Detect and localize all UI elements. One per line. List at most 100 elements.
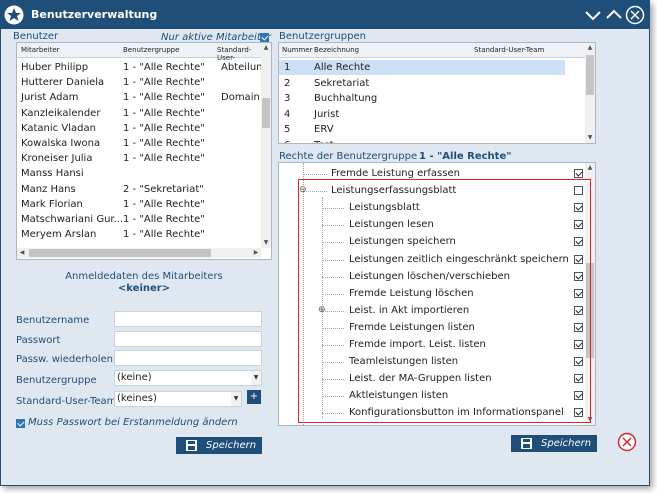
- col-mitarbeiter[interactable]: Mitarbeiter: [21, 46, 60, 54]
- cell-bezeichnung: Test: [314, 138, 334, 144]
- table-row[interactable]: 3 Buchhaltung: [279, 91, 565, 106]
- tree-line: [303, 174, 327, 175]
- cell-mitarbeiter: Manss Hansi: [21, 168, 84, 180]
- benutzerverwaltung-window: Benutzerverwaltung Benutzer Nur aktive M…: [0, 0, 650, 486]
- close-window-icon[interactable]: [625, 5, 645, 25]
- passwort-label: Passwort: [16, 335, 61, 346]
- window-title: Benutzerverwaltung: [31, 8, 158, 21]
- table-row[interactable]: Meryem Arslan 1 - "Alle Rechte": [17, 227, 261, 242]
- table-row[interactable]: Kroneiser Julia 1 - "Alle Rechte": [17, 151, 261, 166]
- benutzergruppe-label: Benutzergruppe: [16, 375, 97, 386]
- scroll-right-icon[interactable]: ▶: [251, 248, 261, 258]
- cell-mitarbeiter: Matschwariani Gur...: [21, 214, 124, 225]
- standard-team-select[interactable]: (keines) ▼: [114, 391, 242, 407]
- benutzer-vscroll[interactable]: ▲ ▼: [261, 43, 271, 248]
- passwort-input[interactable]: [114, 331, 262, 347]
- cancel-circle-icon[interactable]: [617, 432, 637, 452]
- standard-team-label: Standard-User-Team: [16, 396, 117, 407]
- cell-nummer: 1: [284, 62, 291, 73]
- scroll-thumb[interactable]: [262, 98, 270, 128]
- cell-mitarbeiter: Meryem Arslan: [21, 229, 97, 241]
- active-filter-checkbox[interactable]: [260, 33, 269, 42]
- benutzergruppe-select[interactable]: (keine) ▼: [114, 370, 262, 386]
- table-row[interactable]: Huber Philipp 1 - "Alle Rechte" Abteilung: [17, 60, 269, 75]
- benutzer-hscroll[interactable]: ◀ ▶: [17, 248, 261, 258]
- table-row[interactable]: Manss Hansi: [17, 166, 261, 181]
- anmeldedaten-subtitle: <keiner>: [117, 283, 171, 294]
- chevron-down-icon[interactable]: ▼: [231, 392, 241, 406]
- cell-nummer: 5: [284, 124, 291, 135]
- table-row[interactable]: Katanic Vladan 1 - "Alle Rechte": [17, 121, 261, 136]
- cell-benutzergruppe: 1 - "Alle Rechte": [123, 198, 205, 210]
- star-icon: [4, 5, 24, 25]
- table-row[interactable]: 1 Alle Rechte: [279, 60, 565, 75]
- cell-benutzergruppe: 1 - "Alle Rechte": [123, 229, 205, 241]
- col-bezeichnung[interactable]: Bezeichnung: [314, 46, 359, 54]
- cell-mitarbeiter: Manz Hans: [21, 183, 76, 195]
- save-user-label: Speichern: [206, 440, 257, 451]
- passwort-wiederholen-label: Passw. wiederholen: [16, 354, 114, 365]
- benutzer-table-header: Mitarbeiter Benutzergruppe Standard-User…: [17, 43, 261, 62]
- cell-benutzergruppe: 1 - "Alle Rechte": [123, 153, 205, 165]
- benutzergruppen-table-header: Nummer Bezeichnung Standard-User-Team: [279, 43, 585, 58]
- cell-mitarbeiter: Hutterer Daniela: [21, 77, 105, 89]
- scroll-down-icon[interactable]: ▼: [261, 238, 271, 248]
- scroll-down-icon[interactable]: ▼: [585, 133, 595, 143]
- table-row[interactable]: Matschwariani Gur... 1 - "Alle Rechte": [17, 212, 261, 227]
- cell-benutzergruppe: 1 - "Alle Rechte": [123, 62, 205, 73]
- col-standard-team[interactable]: Standard-User-Team: [474, 46, 544, 54]
- cell-mitarbeiter: Jurist Adam: [21, 92, 79, 104]
- scroll-up-icon[interactable]: ▲: [585, 43, 595, 53]
- cell-mitarbeiter: Huber Philipp: [21, 62, 89, 73]
- table-row[interactable]: Mark Florian 1 - "Alle Rechte": [17, 197, 261, 212]
- standard-team-value: (keines): [117, 393, 157, 404]
- rechte-label: Rechte der Benutzergruppe: [279, 151, 418, 162]
- save-rights-label: Speichern: [541, 438, 592, 449]
- save-rights-button[interactable]: Speichern: [511, 435, 597, 452]
- gruppen-vscroll[interactable]: ▲ ▼: [585, 43, 595, 143]
- cell-nummer: 4: [284, 108, 291, 120]
- table-row[interactable]: 2 Sekretariat: [279, 76, 565, 91]
- cell-mitarbeiter: Katanic Vladan: [21, 122, 96, 134]
- scroll-up-icon[interactable]: ▲: [585, 163, 595, 173]
- save-user-button[interactable]: Speichern: [176, 437, 262, 454]
- table-row[interactable]: Kowalska Iwona 1 - "Alle Rechte": [17, 136, 261, 151]
- table-row[interactable]: Kanzleikalender 1 - "Alle Rechte": [17, 106, 261, 121]
- col-nummer[interactable]: Nummer: [282, 46, 313, 54]
- cell-benutzergruppe: 1 - "Alle Rechte": [123, 214, 205, 225]
- hscroll-thumb[interactable]: [29, 249, 211, 257]
- scroll-up-icon[interactable]: ▲: [261, 43, 271, 53]
- benutzer-label: Benutzer: [13, 31, 59, 42]
- table-row[interactable]: Manz Hans 2 - "Sekretariat": [17, 182, 261, 197]
- benutzergruppen-label: Benutzergruppen: [279, 31, 366, 42]
- table-row[interactable]: Hutterer Daniela 1 - "Alle Rechte": [17, 75, 261, 90]
- permission-checkbox[interactable]: [574, 169, 583, 178]
- scroll-thumb[interactable]: [586, 55, 594, 95]
- cell-benutzergruppe: 2 - "Sekretariat": [123, 183, 204, 195]
- cell-bezeichnung: Buchhaltung: [314, 93, 378, 104]
- scroll-left-icon[interactable]: ◀: [17, 248, 27, 258]
- must-change-password-label: Muss Passwort bei Erstanmeldung ändern: [28, 417, 238, 428]
- cell-mitarbeiter: Kowalska Iwona: [21, 138, 101, 149]
- cell-nummer: 6: [284, 138, 290, 144]
- benutzergruppen-table: Nummer Bezeichnung Standard-User-Team 1 A…: [278, 42, 596, 144]
- cell-nummer: 2: [284, 77, 291, 89]
- table-row[interactable]: Jurist Adam 1 - "Alle Rechte" Domain U: [17, 90, 270, 105]
- cell-bezeichnung: ERV: [314, 124, 334, 135]
- add-team-button[interactable]: +: [247, 390, 261, 404]
- cell-mitarbeiter: Kanzleikalender: [21, 107, 101, 119]
- passwort-wiederholen-input[interactable]: [114, 350, 262, 366]
- table-row[interactable]: 5 ERV: [279, 122, 565, 137]
- benutzername-input[interactable]: [114, 311, 262, 327]
- cell-mitarbeiter: Mark Florian: [21, 198, 83, 210]
- benutzergruppe-value: (keine): [117, 372, 152, 383]
- col-benutzergruppe[interactable]: Benutzergruppe: [123, 46, 179, 54]
- table-row[interactable]: 4 Jurist: [279, 107, 565, 122]
- save-disk-icon: [521, 438, 532, 449]
- table-row[interactable]: 6 Test: [279, 138, 565, 144]
- maximize-chevron-icon[interactable]: [604, 5, 624, 25]
- title-bar: Benutzerverwaltung: [1, 1, 649, 29]
- minimize-chevron-icon[interactable]: [583, 5, 603, 25]
- must-change-password-checkbox[interactable]: [16, 419, 25, 428]
- chevron-down-icon[interactable]: ▼: [251, 371, 261, 385]
